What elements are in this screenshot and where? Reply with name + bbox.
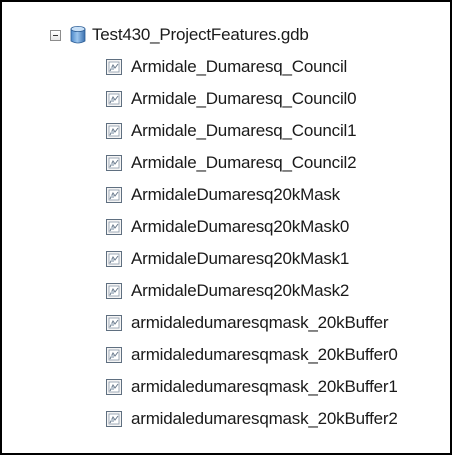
geodatabase-icon	[70, 26, 86, 44]
tree-node-label: armidaledumaresqmask_20kBuffer2	[131, 409, 398, 428]
feature-class-icon	[106, 411, 122, 427]
tree-node-feature-class[interactable]: ArmidaleDumaresq20kMask	[106, 180, 340, 210]
tree-node-feature-class[interactable]: Armidale_Dumaresq_Council	[106, 52, 347, 82]
tree-node-feature-class[interactable]: armidaledumaresqmask_20kBuffer1	[106, 372, 398, 402]
tree-node-feature-class[interactable]: Armidale_Dumaresq_Council0	[106, 84, 357, 114]
tree-node-label: Test430_ProjectFeatures.gdb	[92, 25, 309, 44]
tree-node-label: ArmidaleDumaresq20kMask0	[131, 217, 350, 236]
collapse-icon[interactable]	[50, 29, 61, 41]
tree-node-feature-class[interactable]: armidaledumaresqmask_20kBuffer	[106, 308, 389, 338]
feature-class-icon	[106, 187, 122, 203]
catalog-tree-panel: Test430_ProjectFeatures.gdb Armidale_Dum…	[0, 0, 452, 455]
feature-class-icon	[106, 123, 122, 139]
tree-node-label: armidaledumaresqmask_20kBuffer0	[131, 345, 398, 364]
feature-class-icon	[106, 219, 122, 235]
feature-class-icon	[106, 283, 122, 299]
tree-node-feature-class[interactable]: Armidale_Dumaresq_Council2	[106, 148, 357, 178]
tree-node-feature-class[interactable]: Armidale_Dumaresq_Council1	[106, 116, 357, 146]
tree-node-feature-class[interactable]: armidaledumaresqmask_20kBuffer0	[106, 340, 398, 370]
tree-node-label: ArmidaleDumaresq20kMask1	[131, 249, 350, 268]
feature-class-icon	[106, 155, 122, 171]
tree-node-label: Armidale_Dumaresq_Council0	[131, 89, 357, 108]
tree-node-feature-class[interactable]: ArmidaleDumaresq20kMask2	[106, 276, 349, 306]
tree-node-label: ArmidaleDumaresq20kMask	[131, 185, 340, 204]
tree-node-label: Armidale_Dumaresq_Council2	[131, 153, 357, 172]
tree-node-geodatabase[interactable]: Test430_ProjectFeatures.gdb	[50, 20, 309, 50]
tree-node-feature-class[interactable]: armidaledumaresqmask_20kBuffer2	[106, 404, 398, 434]
catalog-tree: Test430_ProjectFeatures.gdb Armidale_Dum…	[2, 2, 450, 453]
tree-node-feature-class[interactable]: ArmidaleDumaresq20kMask0	[106, 212, 349, 242]
feature-class-icon	[106, 379, 122, 395]
feature-class-icon	[106, 251, 122, 267]
feature-class-icon	[106, 59, 122, 75]
tree-node-label: armidaledumaresqmask_20kBuffer1	[131, 377, 398, 396]
tree-node-label: ArmidaleDumaresq20kMask2	[131, 281, 350, 300]
feature-class-icon	[106, 347, 122, 363]
tree-node-label: armidaledumaresqmask_20kBuffer	[131, 313, 389, 332]
feature-class-icon	[106, 315, 122, 331]
tree-node-feature-class[interactable]: ArmidaleDumaresq20kMask1	[106, 244, 349, 274]
feature-class-icon	[106, 91, 122, 107]
tree-node-label: Armidale_Dumaresq_Council1	[131, 121, 357, 140]
tree-node-label: Armidale_Dumaresq_Council	[131, 57, 348, 76]
